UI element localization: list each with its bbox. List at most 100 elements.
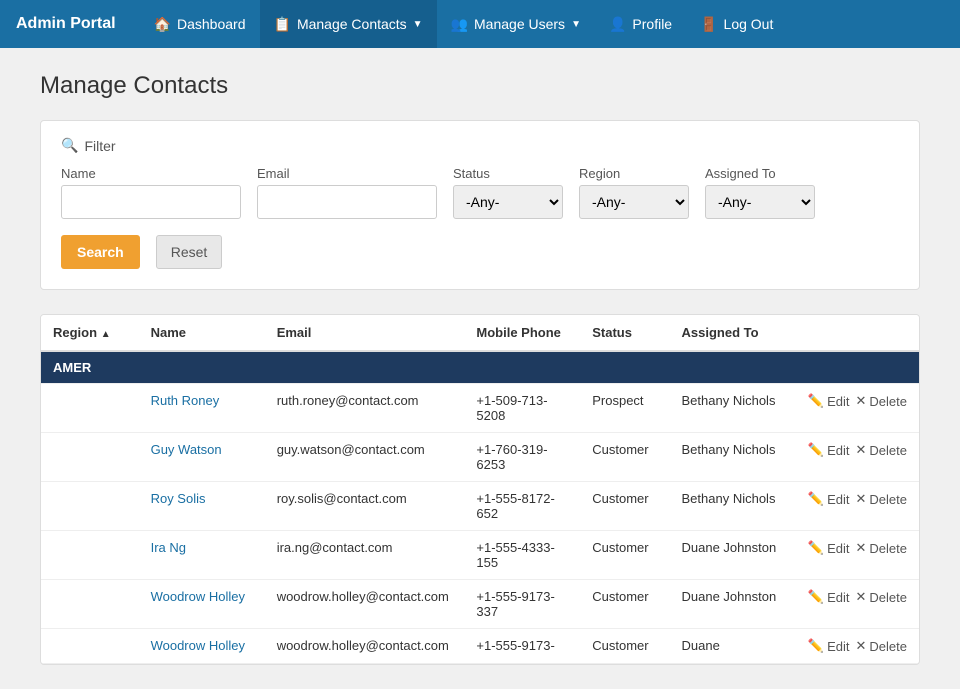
filter-status-select[interactable]: -Any- [453,185,563,219]
filter-name-input[interactable] [61,185,241,219]
cell-email: woodrow.holley@contact.com [265,629,465,664]
cell-actions: ✏️ Edit ✕ Delete [796,629,919,664]
delete-button[interactable]: ✕ Delete [856,442,907,458]
filter-region-label: Region [579,166,689,181]
home-icon: 🏠 [154,16,171,33]
cell-name: Ruth Roney [139,384,265,433]
brand: Admin Portal [16,15,116,33]
times-icon: ✕ [856,491,867,507]
filter-region-group: Region -Any- [579,166,689,219]
delete-button[interactable]: ✕ Delete [856,393,907,409]
contact-name-link[interactable]: Guy Watson [151,442,222,457]
filter-label: Filter [84,138,115,154]
reset-button[interactable]: Reset [156,235,223,269]
cell-region [41,629,139,664]
cell-region [41,531,139,580]
edit-button[interactable]: ✏️ Edit [808,638,850,654]
cell-region [41,384,139,433]
cell-phone: +1-555-9173-337 [464,580,580,629]
filter-name-group: Name [61,166,241,219]
delete-button[interactable]: ✕ Delete [856,540,907,556]
cell-name: Woodrow Holley [139,580,265,629]
cell-region [41,482,139,531]
profile-icon: 👤 [609,16,626,33]
th-email: Email [265,315,465,351]
page-content: Manage Contacts 🔍 Filter Name Email Stat… [0,48,960,689]
nav-manage-contacts[interactable]: 📋 Manage Contacts ▼ [260,0,437,48]
nav-manage-contacts-label: Manage Contacts [297,16,407,32]
cell-status: Customer [580,433,669,482]
cell-name: Roy Solis [139,482,265,531]
pencil-icon: ✏️ [808,540,824,556]
delete-button[interactable]: ✕ Delete [856,491,907,507]
filter-email-group: Email [257,166,437,219]
cell-assigned: Duane Johnston [670,531,796,580]
filter-email-label: Email [257,166,437,181]
nav-profile[interactable]: 👤 Profile [595,0,686,48]
cell-status: Prospect [580,384,669,433]
times-icon: ✕ [856,638,867,654]
filter-region-select[interactable]: -Any- [579,185,689,219]
cell-status: Customer [580,482,669,531]
contact-name-link[interactable]: Ruth Roney [151,393,220,408]
contact-name-link[interactable]: Woodrow Holley [151,589,245,604]
pencil-icon: ✏️ [808,589,824,605]
times-icon: ✕ [856,589,867,605]
contact-name-link[interactable]: Ira Ng [151,540,186,555]
filter-email-input[interactable] [257,185,437,219]
edit-button[interactable]: ✏️ Edit [808,589,850,605]
cell-actions: ✏️ Edit ✕ Delete [796,580,919,629]
filter-assigned-select[interactable]: -Any- [705,185,815,219]
edit-button[interactable]: ✏️ Edit [808,491,850,507]
nav-logout[interactable]: 🚪 Log Out [686,0,787,48]
cell-assigned: Bethany Nichols [670,482,796,531]
cell-assigned: Duane Johnston [670,580,796,629]
pencil-icon: ✏️ [808,442,824,458]
table-header-row: Region ▲ Name Email Mobile Phone Status … [41,315,919,351]
pencil-icon: ✏️ [808,393,824,409]
cell-assigned: Bethany Nichols [670,384,796,433]
contacts-table: Region ▲ Name Email Mobile Phone Status … [41,315,919,664]
cell-region [41,433,139,482]
filter-header: 🔍 Filter [61,137,899,154]
cell-assigned: Bethany Nichols [670,433,796,482]
pencil-icon: ✏️ [808,638,824,654]
nav-profile-label: Profile [632,16,672,32]
search-icon: 🔍 [61,137,78,154]
cell-phone: +1-555-8172-652 [464,482,580,531]
filter-name-label: Name [61,166,241,181]
cell-email: guy.watson@contact.com [265,433,465,482]
table-body: AMERRuth Roneyruth.roney@contact.com+1-5… [41,351,919,664]
delete-button[interactable]: ✕ Delete [856,589,907,605]
th-assigned: Assigned To [670,315,796,351]
cell-actions: ✏️ Edit ✕ Delete [796,384,919,433]
cell-email: roy.solis@contact.com [265,482,465,531]
filter-status-label: Status [453,166,563,181]
cell-status: Customer [580,580,669,629]
cell-name: Guy Watson [139,433,265,482]
pencil-icon: ✏️ [808,491,824,507]
nav-dashboard-label: Dashboard [177,16,246,32]
nav-dashboard[interactable]: 🏠 Dashboard [140,0,260,48]
cell-actions: ✏️ Edit ✕ Delete [796,531,919,580]
nav-manage-users[interactable]: 👥 Manage Users ▼ [437,0,595,48]
edit-button[interactable]: ✏️ Edit [808,540,850,556]
th-status: Status [580,315,669,351]
navbar: Admin Portal 🏠 Dashboard 📋 Manage Contac… [0,0,960,48]
cell-name: Ira Ng [139,531,265,580]
delete-button[interactable]: ✕ Delete [856,638,907,654]
table-row: Ira Ngira.ng@contact.com+1-555-4333-155C… [41,531,919,580]
contacts-icon: 📋 [274,16,291,33]
search-button[interactable]: Search [61,235,140,269]
table-row: Ruth Roneyruth.roney@contact.com+1-509-7… [41,384,919,433]
contact-name-link[interactable]: Roy Solis [151,491,206,506]
contact-name-link[interactable]: Woodrow Holley [151,638,245,653]
cell-actions: ✏️ Edit ✕ Delete [796,433,919,482]
edit-button[interactable]: ✏️ Edit [808,393,850,409]
filter-status-group: Status -Any- [453,166,563,219]
cell-email: ira.ng@contact.com [265,531,465,580]
chevron-down-icon: ▼ [413,19,423,30]
edit-button[interactable]: ✏️ Edit [808,442,850,458]
th-phone: Mobile Phone [464,315,580,351]
times-icon: ✕ [856,442,867,458]
